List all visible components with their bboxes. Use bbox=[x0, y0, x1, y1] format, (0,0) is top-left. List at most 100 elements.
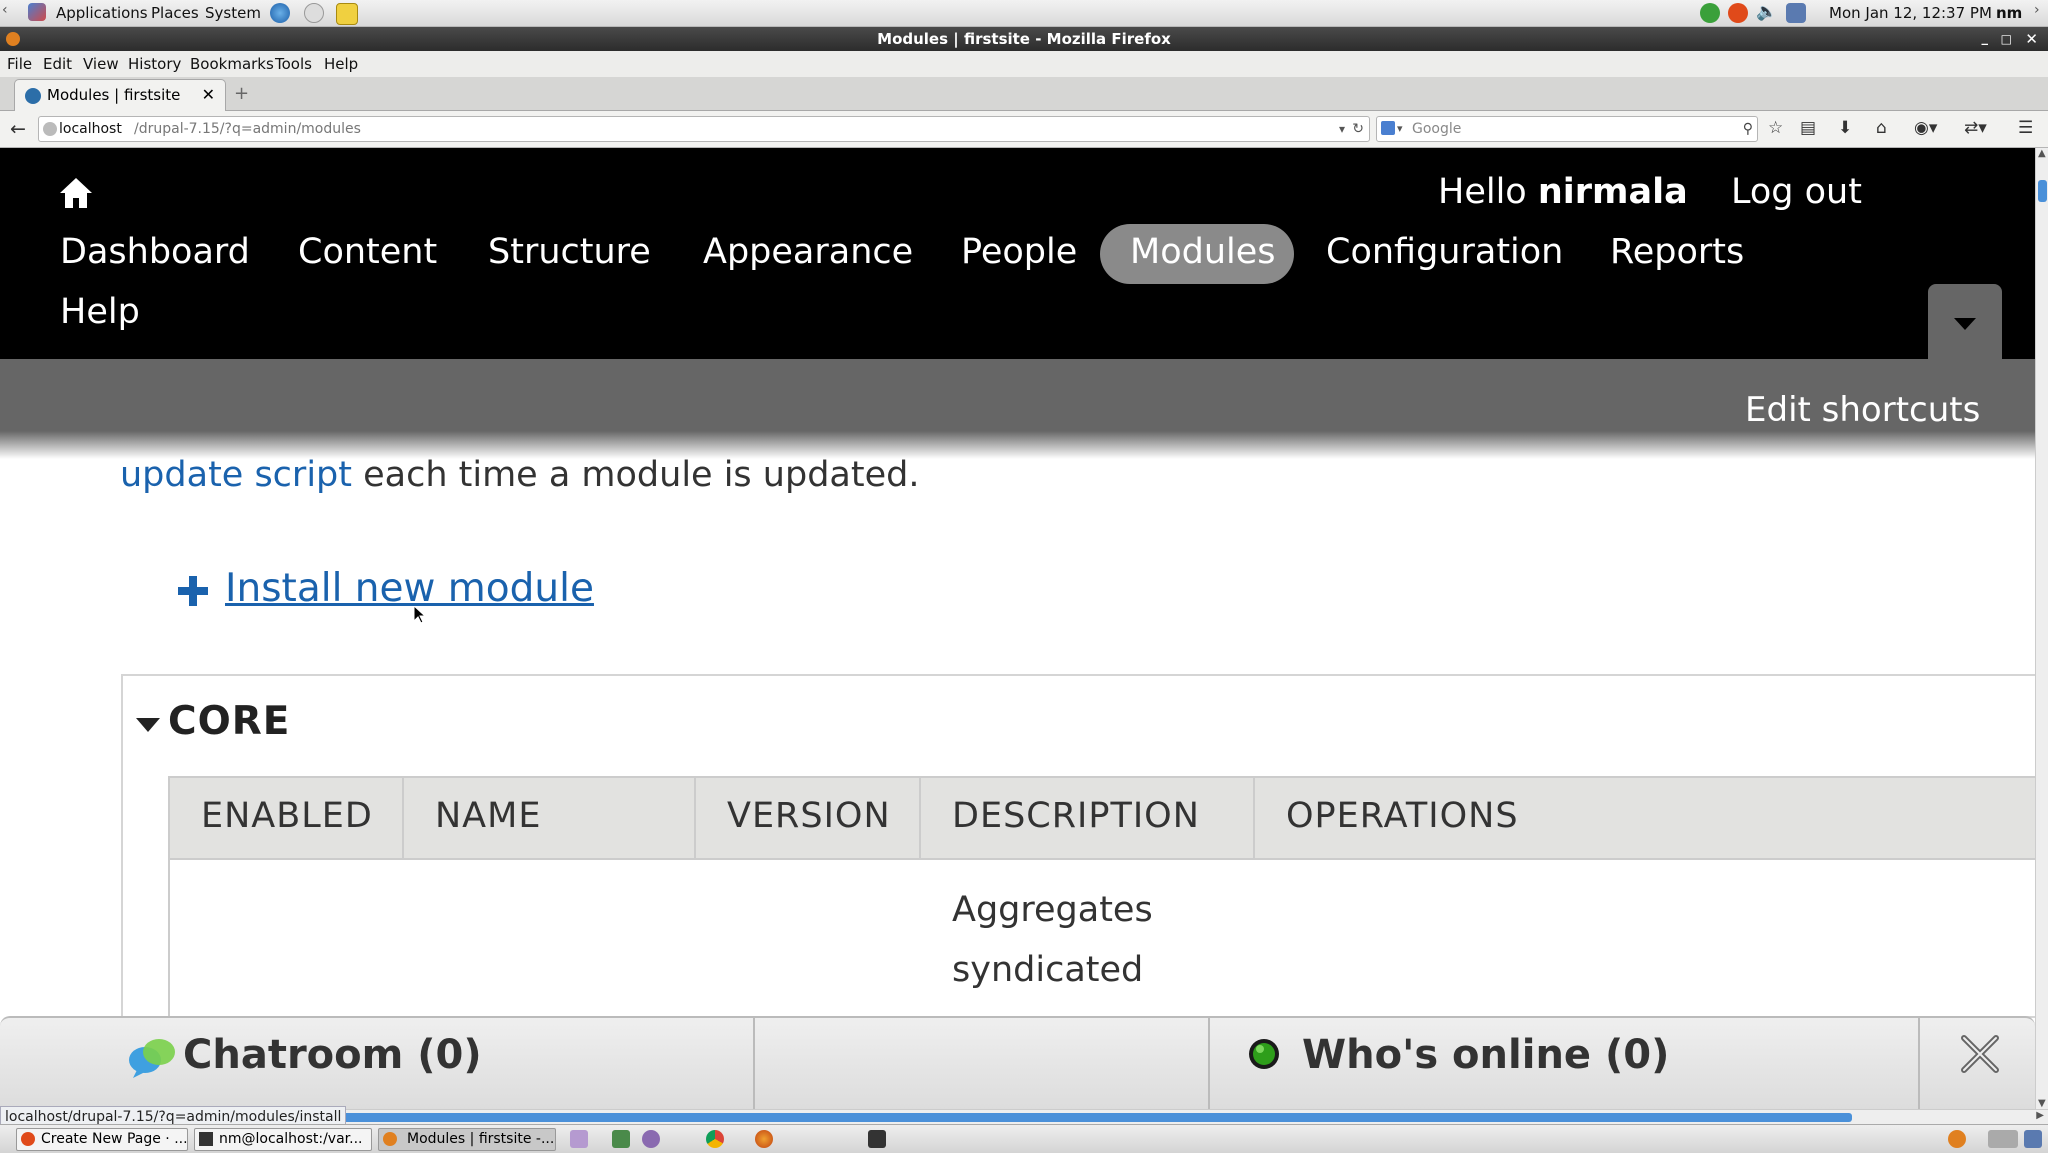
search-go-icon[interactable]: ⚲ bbox=[1743, 117, 1753, 141]
chrome-launcher-icon[interactable] bbox=[706, 1130, 724, 1148]
scroll-up-icon[interactable]: ▲ bbox=[2038, 148, 2046, 159]
menu-view[interactable]: View bbox=[83, 55, 119, 73]
terminal-launcher-icon[interactable] bbox=[868, 1130, 886, 1148]
nav-configuration[interactable]: Configuration bbox=[1326, 232, 1563, 272]
clock[interactable]: Mon Jan 12, 12:37 PM bbox=[1829, 4, 1992, 22]
volume-icon[interactable]: 🔈 bbox=[1756, 2, 1777, 22]
applications-icon bbox=[28, 3, 46, 21]
nav-structure[interactable]: Structure bbox=[488, 232, 651, 272]
taskbar-terminal[interactable]: nm@localhost:/var... bbox=[194, 1128, 372, 1151]
update-script-link[interactable]: update script bbox=[120, 455, 352, 495]
logout-link[interactable]: Log out bbox=[1731, 172, 1862, 212]
minimize-icon[interactable]: _ bbox=[1982, 27, 1989, 51]
chat-divider bbox=[1208, 1018, 1210, 1109]
network-status-icon[interactable] bbox=[1700, 3, 1720, 23]
whos-online-tab[interactable]: Who's online (0) bbox=[1302, 1032, 1669, 1078]
home-button-icon[interactable]: ⌂ bbox=[1876, 118, 1887, 138]
new-tab-icon[interactable]: + bbox=[234, 83, 249, 104]
firefox-icon bbox=[6, 32, 20, 46]
close-window-icon[interactable]: ✕ bbox=[2025, 27, 2038, 51]
column-header-version: VERSION bbox=[727, 796, 891, 836]
vertical-scrollbar[interactable]: ▲ ▼ bbox=[2035, 148, 2048, 1109]
image-viewer-icon[interactable] bbox=[570, 1130, 588, 1148]
tray-firefox-icon[interactable] bbox=[1948, 1130, 1966, 1148]
chat-close-icon[interactable] bbox=[1960, 1034, 2000, 1074]
chatroom-tab[interactable]: Chatroom (0) bbox=[183, 1032, 482, 1078]
header-separator bbox=[1253, 776, 1255, 858]
site-identity-icon[interactable] bbox=[43, 122, 57, 136]
applications-menu[interactable]: Applications bbox=[56, 4, 148, 22]
update-notifier-icon[interactable] bbox=[1728, 3, 1748, 23]
scroll-down-icon[interactable]: ▼ bbox=[2038, 1098, 2046, 1109]
google-engine-icon[interactable] bbox=[1381, 121, 1395, 135]
greeting-text: Hello bbox=[1438, 172, 1527, 212]
show-desktop-icon[interactable] bbox=[2024, 1130, 2042, 1148]
search-bar[interactable]: ▾ Google ⚲ bbox=[1376, 116, 1758, 142]
browser-launcher-icon[interactable] bbox=[270, 3, 290, 23]
engine-dropdown-icon[interactable]: ▾ bbox=[1397, 117, 1403, 141]
user-menu[interactable]: nm bbox=[1996, 4, 2022, 22]
header-border-left bbox=[168, 776, 170, 858]
table-row bbox=[168, 858, 2037, 1018]
taskbar-label: Create New Page · ... bbox=[41, 1131, 188, 1147]
tab-strip bbox=[0, 77, 2048, 111]
workspace-switcher-icon[interactable] bbox=[1988, 1130, 2018, 1148]
panel-right-arrow-icon[interactable]: › bbox=[2034, 2, 2040, 18]
downloads-icon[interactable]: ⬇ bbox=[1838, 118, 1852, 138]
nav-help[interactable]: Help bbox=[60, 292, 140, 332]
back-icon[interactable]: ← bbox=[10, 118, 26, 140]
notes-launcher-icon[interactable] bbox=[336, 3, 358, 25]
menu-edit[interactable]: Edit bbox=[43, 55, 72, 73]
chrome-app-icon bbox=[21, 1132, 35, 1146]
nav-dashboard[interactable]: Dashboard bbox=[60, 232, 250, 272]
display-icon[interactable] bbox=[1786, 3, 1806, 23]
edit-shortcuts-link[interactable]: Edit shortcuts bbox=[1745, 390, 1980, 430]
sync-icon[interactable]: ⇄▾ bbox=[1964, 118, 1987, 138]
nav-content[interactable]: Content bbox=[298, 232, 437, 272]
bookmark-star-icon[interactable]: ☆ bbox=[1768, 118, 1783, 138]
scroll-right-icon[interactable]: ▶ bbox=[2036, 1110, 2044, 1121]
menu-file[interactable]: File bbox=[7, 55, 32, 73]
shortcuts-drawer-toggle[interactable] bbox=[1928, 284, 2002, 359]
menu-tools[interactable]: Tools bbox=[275, 55, 312, 73]
pidgin-icon[interactable] bbox=[642, 1130, 660, 1148]
maximize-icon[interactable]: □ bbox=[2001, 27, 2012, 51]
mail-launcher-icon[interactable] bbox=[304, 3, 324, 23]
taskbar: Create New Page · ... nm@localhost:/var.… bbox=[0, 1124, 2048, 1153]
column-header-operations: OPERATIONS bbox=[1286, 796, 1519, 836]
reading-list-icon[interactable]: ▤ bbox=[1800, 118, 1816, 138]
fieldset-legend-core[interactable]: CORE bbox=[168, 699, 290, 744]
taskbar-firefox-modules[interactable]: Modules | firstsite -... bbox=[378, 1128, 556, 1151]
taskbar-label: nm@localhost:/var... bbox=[219, 1131, 363, 1147]
window-title: Modules | firstsite - Mozilla Firefox bbox=[877, 30, 1171, 48]
nav-appearance[interactable]: Appearance bbox=[703, 232, 913, 272]
nav-reports[interactable]: Reports bbox=[1610, 232, 1744, 272]
reload-icon[interactable]: ↻ bbox=[1352, 117, 1364, 141]
taskbar-create-new-page[interactable]: Create New Page · ... bbox=[16, 1128, 188, 1151]
menubar: File Edit View History Bookmarks Tools H… bbox=[0, 51, 2048, 77]
tab-modules[interactable]: Modules | firstsite ✕ bbox=[14, 79, 226, 112]
addon-icon[interactable]: ◉▾ bbox=[1914, 118, 1937, 138]
nav-people[interactable]: People bbox=[961, 232, 1077, 272]
username[interactable]: nirmala bbox=[1538, 172, 1688, 212]
collapse-triangle-icon[interactable] bbox=[136, 718, 160, 732]
hamburger-menu-icon[interactable]: ☰ bbox=[2018, 118, 2033, 138]
vertical-scroll-thumb[interactable] bbox=[2038, 180, 2047, 202]
home-icon[interactable] bbox=[58, 176, 94, 210]
install-new-module-link[interactable]: Install new module bbox=[225, 566, 594, 611]
firefox-app-icon bbox=[383, 1132, 397, 1146]
url-dropdown-icon[interactable]: ▾ bbox=[1339, 117, 1345, 141]
firefox-launcher-icon[interactable] bbox=[755, 1130, 773, 1148]
taskbar-label: Modules | firstsite -... bbox=[407, 1131, 555, 1147]
menu-history[interactable]: History bbox=[128, 55, 181, 73]
nav-modules[interactable]: Modules bbox=[1130, 232, 1276, 272]
tab-close-icon[interactable]: ✕ bbox=[202, 85, 215, 104]
horizontal-scroll-thumb[interactable] bbox=[320, 1113, 1852, 1122]
menu-help[interactable]: Help bbox=[324, 55, 358, 73]
panel-left-arrow-icon[interactable]: ‹ bbox=[2, 2, 8, 18]
menu-bookmarks[interactable]: Bookmarks bbox=[190, 55, 274, 73]
places-menu[interactable]: Places bbox=[151, 4, 199, 22]
url-bar[interactable]: localhost /drupal-7.15/?q=admin/modules … bbox=[38, 116, 1370, 142]
system-menu[interactable]: System bbox=[205, 4, 261, 22]
calculator-icon[interactable] bbox=[612, 1130, 630, 1148]
